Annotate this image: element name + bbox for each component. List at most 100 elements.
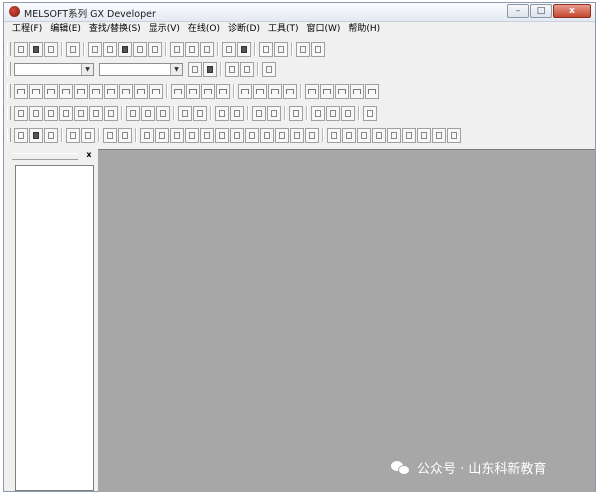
closed-contact-icon[interactable] bbox=[44, 83, 58, 99]
menu-view[interactable]: 显示(V) bbox=[149, 22, 180, 37]
comment-display-icon[interactable] bbox=[225, 61, 239, 77]
read-mode-icon[interactable] bbox=[267, 105, 281, 121]
sfc-attachment-icon[interactable] bbox=[417, 127, 431, 143]
sfc-initial-step-icon[interactable] bbox=[140, 127, 154, 143]
close-icon[interactable]: x bbox=[84, 150, 94, 160]
melsoft-app-icon[interactable] bbox=[9, 6, 20, 17]
project-tree[interactable] bbox=[15, 165, 94, 491]
vertical-line-icon[interactable] bbox=[119, 83, 133, 99]
sfc-selection-branch-icon[interactable] bbox=[200, 127, 214, 143]
line-delete-icon[interactable] bbox=[365, 83, 379, 99]
panel-grip[interactable] bbox=[12, 153, 78, 160]
falling-edge-contact-icon[interactable] bbox=[186, 83, 200, 99]
rising-edge-contact-icon[interactable] bbox=[171, 83, 185, 99]
monitor-stop-icon[interactable] bbox=[274, 41, 288, 57]
sfc-vertical-line-icon[interactable] bbox=[260, 127, 274, 143]
sfc-reset-icon[interactable] bbox=[447, 127, 461, 143]
sfc-convergence-icon[interactable] bbox=[402, 127, 416, 143]
convert-icon[interactable] bbox=[215, 105, 229, 121]
paste-icon[interactable] bbox=[118, 41, 132, 57]
find-device-icon[interactable] bbox=[170, 41, 184, 57]
copy-icon[interactable] bbox=[103, 41, 117, 57]
toolbar-grip[interactable] bbox=[7, 106, 11, 120]
program-name-select[interactable]: ▼ bbox=[99, 62, 183, 76]
search-icon[interactable] bbox=[289, 105, 303, 121]
minimize-button[interactable]: – bbox=[507, 4, 529, 18]
sfc-transition-icon[interactable] bbox=[44, 127, 58, 143]
find-instruction-icon[interactable] bbox=[185, 41, 199, 57]
device-init-icon[interactable] bbox=[156, 105, 170, 121]
ladder-edit-icon[interactable] bbox=[14, 105, 28, 121]
read-plc-icon[interactable] bbox=[222, 41, 236, 57]
sfc-branch-add-icon[interactable] bbox=[327, 127, 341, 143]
rising-pulse-closed-icon[interactable] bbox=[238, 83, 252, 99]
closed-branch-icon[interactable] bbox=[59, 83, 73, 99]
zoom-icon[interactable] bbox=[193, 105, 207, 121]
save-project-icon[interactable] bbox=[44, 41, 58, 57]
falling-edge-branch-icon[interactable] bbox=[216, 83, 230, 99]
sfc-divergence-icon[interactable] bbox=[387, 127, 401, 143]
cross-reference-icon[interactable] bbox=[311, 105, 325, 121]
delete-horizontal-line-icon[interactable] bbox=[134, 83, 148, 99]
falling-pulse-closed-icon[interactable] bbox=[253, 83, 267, 99]
line-draw-icon[interactable] bbox=[350, 83, 364, 99]
write-plc-icon[interactable] bbox=[237, 41, 251, 57]
monitor-start-icon[interactable] bbox=[259, 41, 273, 57]
rising-edge-branch-icon[interactable] bbox=[201, 83, 215, 99]
sfc-join-delete-icon[interactable] bbox=[372, 127, 386, 143]
entry-data-monitor-icon[interactable] bbox=[311, 41, 325, 57]
screen-display-icon[interactable] bbox=[363, 105, 377, 121]
menu-find-replace[interactable]: 查找/替换(S) bbox=[89, 22, 141, 37]
sfc-transition-line-icon[interactable] bbox=[290, 127, 304, 143]
cut-icon[interactable] bbox=[88, 41, 102, 57]
note-display-icon[interactable] bbox=[262, 61, 276, 77]
operation-result-falling-icon[interactable] bbox=[320, 83, 334, 99]
maximize-button[interactable]: □ bbox=[530, 4, 552, 18]
open-project-icon[interactable] bbox=[29, 41, 43, 57]
rising-pulse-branch-icon[interactable] bbox=[268, 83, 282, 99]
device-comment-icon[interactable] bbox=[126, 105, 140, 121]
menu-window[interactable]: 窗口(W) bbox=[306, 22, 340, 37]
close-button[interactable]: x bbox=[553, 4, 591, 18]
find-step-icon[interactable] bbox=[200, 41, 214, 57]
sfc-end-step-icon[interactable] bbox=[185, 127, 199, 143]
statement-edit-icon[interactable] bbox=[59, 105, 73, 121]
operation-result-rising-icon[interactable] bbox=[305, 83, 319, 99]
sfc-step-icon[interactable] bbox=[14, 127, 28, 143]
menu-online[interactable]: 在线(O) bbox=[188, 22, 220, 37]
sfc-auto-scroll-icon[interactable] bbox=[103, 127, 117, 143]
sfc-jump-icon[interactable] bbox=[170, 127, 184, 143]
sfc-join-add-icon[interactable] bbox=[357, 127, 371, 143]
menu-tools[interactable]: 工具(T) bbox=[268, 22, 299, 37]
toolbar-grip[interactable] bbox=[7, 42, 11, 56]
write-mode-icon[interactable] bbox=[252, 105, 266, 121]
sfc-horizontal-line-icon[interactable] bbox=[275, 127, 289, 143]
chevron-down-icon[interactable]: ▼ bbox=[170, 63, 182, 75]
alias-edit-icon[interactable] bbox=[89, 105, 103, 121]
menu-help[interactable]: 帮助(H) bbox=[348, 22, 380, 37]
program-select[interactable]: ▼ bbox=[14, 62, 94, 76]
invert-result-icon[interactable] bbox=[335, 83, 349, 99]
sfc-monitor-icon[interactable] bbox=[118, 127, 132, 143]
sfc-branch-delete-icon[interactable] bbox=[342, 127, 356, 143]
program-list-icon[interactable] bbox=[188, 61, 202, 77]
horizontal-line-icon[interactable] bbox=[104, 83, 118, 99]
sfc-list-icon[interactable] bbox=[66, 127, 80, 143]
falling-pulse-branch-icon[interactable] bbox=[283, 83, 297, 99]
used-device-icon[interactable] bbox=[341, 105, 355, 121]
undo-icon[interactable] bbox=[133, 41, 147, 57]
sfc-parallel-branch-icon[interactable] bbox=[215, 127, 229, 143]
sfc-block-icon[interactable] bbox=[29, 127, 43, 143]
menu-diagnostics[interactable]: 诊断(D) bbox=[228, 22, 260, 37]
redo-icon[interactable] bbox=[148, 41, 162, 57]
panel-header[interactable]: x bbox=[10, 149, 96, 162]
coil-icon[interactable] bbox=[74, 83, 88, 99]
ladder-monitor-icon[interactable] bbox=[178, 105, 192, 121]
title-bar[interactable]: MELSOFT系列 GX Developer – □ x bbox=[4, 3, 595, 22]
new-project-icon[interactable] bbox=[14, 41, 28, 57]
menu-edit[interactable]: 编辑(E) bbox=[50, 22, 81, 37]
toolbar-grip[interactable] bbox=[7, 84, 11, 98]
toolbar-grip[interactable] bbox=[7, 62, 11, 76]
chevron-down-icon[interactable]: ▼ bbox=[81, 63, 93, 75]
device-memory-icon[interactable] bbox=[141, 105, 155, 121]
